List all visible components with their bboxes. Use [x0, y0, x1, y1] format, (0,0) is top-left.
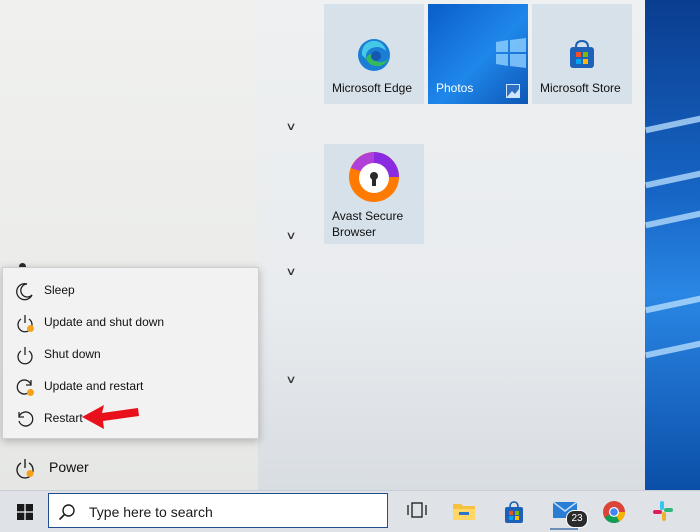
menu-item-label: Update and restart: [44, 379, 144, 393]
power-update-icon: [17, 315, 34, 333]
power-button[interactable]: Power: [0, 452, 258, 484]
restart-icon: [18, 411, 34, 427]
avast-browser-icon: [349, 152, 399, 202]
taskbar-file-explorer[interactable]: [442, 494, 486, 530]
mail-unread-badge: 23: [566, 510, 588, 528]
search-icon: [58, 504, 75, 521]
taskbar: 23: [0, 490, 700, 532]
tile-label: Microsoft Edge: [332, 81, 413, 95]
chevron-down-icon[interactable]: ∨: [285, 265, 296, 278]
moon-icon: [16, 283, 33, 301]
store-icon: [570, 39, 594, 68]
search-input[interactable]: [87, 500, 381, 524]
power-icon: [16, 459, 34, 479]
menu-item-sleep[interactable]: Sleep: [3, 274, 258, 306]
menu-item-label: Shut down: [44, 347, 101, 361]
tile-microsoft-edge[interactable]: Microsoft Edge: [324, 4, 424, 104]
menu-item-label: Restart: [44, 411, 83, 425]
restart-update-icon: [16, 379, 34, 396]
edge-icon: [358, 39, 390, 71]
taskbar-google-chrome[interactable]: [592, 494, 636, 530]
taskbar-mail[interactable]: 23: [542, 494, 588, 530]
menu-item-label: Update and shut down: [44, 315, 165, 329]
tile-label: Microsoft Store: [540, 81, 621, 95]
chevron-down-icon[interactable]: ∨: [285, 229, 296, 242]
folder-icon: [453, 504, 475, 520]
start-button[interactable]: [0, 491, 48, 532]
menu-item-update-and-restart[interactable]: Update and restart: [3, 370, 258, 402]
tile-avast-secure-browser[interactable]: Avast Secure Browser: [324, 144, 424, 244]
tile-photos[interactable]: Photos: [428, 4, 528, 104]
windows-logo-icon: [17, 504, 33, 520]
store-icon: [505, 501, 523, 523]
taskbar-microsoft-store[interactable]: [492, 494, 536, 530]
tile-label: Photos: [436, 81, 474, 95]
power-icon: [17, 347, 33, 365]
menu-item-update-and-shut-down[interactable]: Update and shut down: [3, 306, 258, 338]
slack-icon: [653, 501, 673, 521]
taskbar-search-box[interactable]: [48, 493, 388, 528]
desktop-wallpaper: [645, 0, 700, 490]
menu-item-label: Sleep: [44, 283, 75, 297]
tile-label: Avast Secure Browser: [332, 209, 404, 239]
tile-microsoft-store[interactable]: Microsoft Store: [532, 4, 632, 104]
menu-item-shut-down[interactable]: Shut down: [3, 338, 258, 370]
red-arrow-annotation: [82, 405, 139, 429]
power-label: Power: [49, 459, 89, 475]
chrome-icon: [603, 501, 625, 523]
task-view-icon: [407, 502, 427, 518]
task-view-button[interactable]: [396, 494, 440, 530]
chevron-down-icon[interactable]: ∨: [285, 120, 296, 133]
start-menu: Microsoft Edge Photos Microsoft Store Av…: [0, 0, 645, 490]
windows-wallpaper-graphic: [496, 38, 526, 68]
running-indicator: [550, 528, 578, 530]
chevron-down-icon[interactable]: ∨: [285, 373, 296, 386]
taskbar-slack[interactable]: [642, 494, 686, 530]
